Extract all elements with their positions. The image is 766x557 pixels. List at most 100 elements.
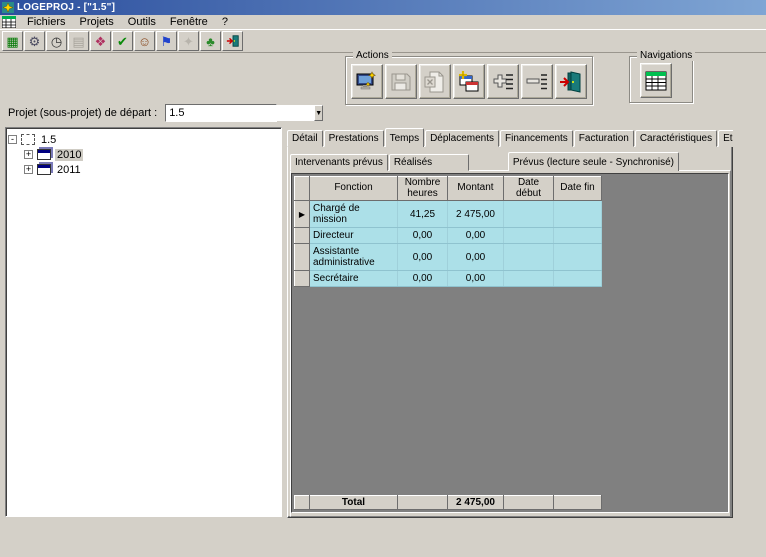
subtab-realises[interactable]: Réalisés	[389, 154, 469, 171]
project-tree[interactable]: - 1.5 + 2010 + 2011	[5, 127, 282, 517]
table-row[interactable]: Directeur 0,00 0,00	[295, 228, 602, 244]
cell-montant[interactable]: 0,00	[448, 271, 504, 287]
tab-financements[interactable]: Financements	[500, 130, 573, 147]
tab-temps[interactable]: Temps	[385, 128, 424, 147]
table-row[interactable]: Secrétaire 0,00 0,00	[295, 271, 602, 287]
total-date-fin	[554, 496, 602, 510]
cell-date-fin[interactable]	[554, 201, 602, 228]
tab-deplacements[interactable]: Déplacements	[425, 130, 499, 147]
col-header-nombre-heures[interactable]: Nombre heures	[398, 177, 448, 201]
cell-fonction[interactable]: Secrétaire	[310, 271, 398, 287]
network-icon: ❖	[95, 35, 107, 48]
window-title: LOGEPROJ - ["1.5"]	[17, 2, 115, 13]
menu-fenetre[interactable]: Fenêtre	[163, 15, 215, 29]
cell-date-debut[interactable]	[504, 244, 554, 271]
toolbar-button-person[interactable]: ☺	[134, 31, 155, 51]
row-selector[interactable]	[295, 271, 310, 287]
tab-caracteristiques[interactable]: Caractéristiques	[635, 130, 717, 147]
cell-fonction[interactable]: Directeur	[310, 228, 398, 244]
title-bar[interactable]: LOGEPROJ - ["1.5"]	[0, 0, 766, 15]
cell-nombre-heures[interactable]: 0,00	[398, 244, 448, 271]
menu-help[interactable]: ?	[215, 15, 235, 29]
toolbar-button-star: ✦	[178, 31, 199, 51]
navigations-group: Navigations	[629, 56, 693, 103]
cell-date-debut[interactable]	[504, 201, 554, 228]
cell-date-fin[interactable]	[554, 244, 602, 271]
toolbar-button-check[interactable]: ✔	[112, 31, 133, 51]
toolbar-button-network[interactable]: ❖	[90, 31, 111, 51]
expand-icon[interactable]: +	[24, 165, 33, 174]
expand-icon[interactable]: +	[24, 150, 33, 159]
col-header-date-debut[interactable]: Date début	[504, 177, 554, 201]
toolbar-button-clock[interactable]: ◷	[46, 31, 67, 51]
toolbar-button-flag[interactable]: ⚑	[156, 31, 177, 51]
toolbar-button-exit[interactable]	[222, 31, 243, 51]
clock-icon: ◷	[51, 35, 62, 48]
col-header-selector	[295, 177, 310, 201]
intervenants-grid[interactable]: Fonction Nombre heures Montant Date débu…	[294, 176, 602, 287]
cell-fonction[interactable]: Assistante administrative	[310, 244, 398, 271]
document-x-icon	[423, 70, 447, 94]
add-item-button[interactable]	[487, 64, 519, 99]
tree-node-2010[interactable]: + 2010	[8, 147, 279, 162]
col-header-fonction[interactable]: Fonction	[310, 177, 398, 201]
star-icon: ✦	[183, 35, 194, 48]
menu-projets[interactable]: Projets	[73, 15, 121, 29]
project-combobox-input[interactable]	[166, 105, 314, 121]
cell-date-debut[interactable]	[504, 228, 554, 244]
grid-total-row: Total 2 475,00	[294, 495, 602, 510]
cell-date-debut[interactable]	[504, 271, 554, 287]
grid-header-row: Fonction Nombre heures Montant Date débu…	[295, 177, 602, 201]
menu-fichiers[interactable]: Fichiers	[20, 15, 73, 29]
frog-icon: ♣	[206, 35, 215, 48]
row-selector[interactable]: ▶	[295, 201, 310, 228]
cell-nombre-heures[interactable]: 41,25	[398, 201, 448, 228]
current-row-icon: ▶	[299, 210, 305, 219]
combobox-dropdown-button[interactable]: ▼	[314, 105, 323, 121]
col-header-date-fin[interactable]: Date fin	[554, 177, 602, 201]
cell-date-fin[interactable]	[554, 271, 602, 287]
subtab-intervenants-prevus[interactable]: Intervenants prévus	[290, 154, 388, 171]
export-button	[419, 64, 451, 99]
cell-date-fin[interactable]	[554, 228, 602, 244]
table-view-button[interactable]	[640, 63, 672, 98]
cell-nombre-heures[interactable]: 0,00	[398, 228, 448, 244]
cell-montant[interactable]: 0,00	[448, 228, 504, 244]
table-icon: ▦	[6, 35, 18, 48]
cell-montant[interactable]: 2 475,00	[448, 201, 504, 228]
windows-plus-icon	[457, 70, 481, 94]
tab-prestations[interactable]: Prestations	[324, 130, 384, 147]
child-window-icon[interactable]	[2, 16, 16, 28]
tab-detail[interactable]: Détail	[287, 130, 323, 147]
collapse-icon[interactable]: -	[8, 135, 17, 144]
tab-facturation[interactable]: Facturation	[574, 130, 634, 147]
subtab-prevus-synchronise[interactable]: Prévus (lecture seule - Synchronisé)	[508, 152, 679, 171]
refresh-screen-button[interactable]	[351, 64, 383, 99]
table-row[interactable]: ▶ Chargé de mission 41,25 2 475,00	[295, 201, 602, 228]
menu-outils[interactable]: Outils	[121, 15, 163, 29]
tree-node-label[interactable]: 1.5	[39, 134, 58, 146]
tree-node-label[interactable]: 2010	[55, 149, 83, 161]
tree-node-label[interactable]: 2011	[55, 164, 83, 176]
tab-etats[interactable]: Etats	[718, 130, 733, 147]
plus-list-icon	[491, 70, 515, 94]
table-row[interactable]: Assistante administrative 0,00 0,00	[295, 244, 602, 271]
cell-fonction[interactable]: Chargé de mission	[310, 201, 398, 228]
tree-node-root[interactable]: - 1.5	[8, 132, 279, 147]
add-window-button[interactable]	[453, 64, 485, 99]
toolbar-button-table[interactable]: ▦	[2, 31, 23, 51]
close-button[interactable]	[555, 64, 587, 99]
row-selector[interactable]	[295, 228, 310, 244]
toolbar-button-frog[interactable]: ♣	[200, 31, 221, 51]
cell-nombre-heures[interactable]: 0,00	[398, 271, 448, 287]
users-gear-icon: ⚙	[29, 35, 41, 48]
project-combobox[interactable]: ▼	[165, 104, 277, 122]
cell-montant[interactable]: 0,00	[448, 244, 504, 271]
row-selector[interactable]	[295, 244, 310, 271]
tree-node-2011[interactable]: + 2011	[8, 162, 279, 177]
total-montant: 2 475,00	[448, 496, 504, 510]
toolbar-button-users[interactable]: ⚙	[24, 31, 45, 51]
remove-item-button[interactable]	[521, 64, 553, 99]
exit-door-icon	[226, 34, 240, 48]
col-header-montant[interactable]: Montant	[448, 177, 504, 201]
